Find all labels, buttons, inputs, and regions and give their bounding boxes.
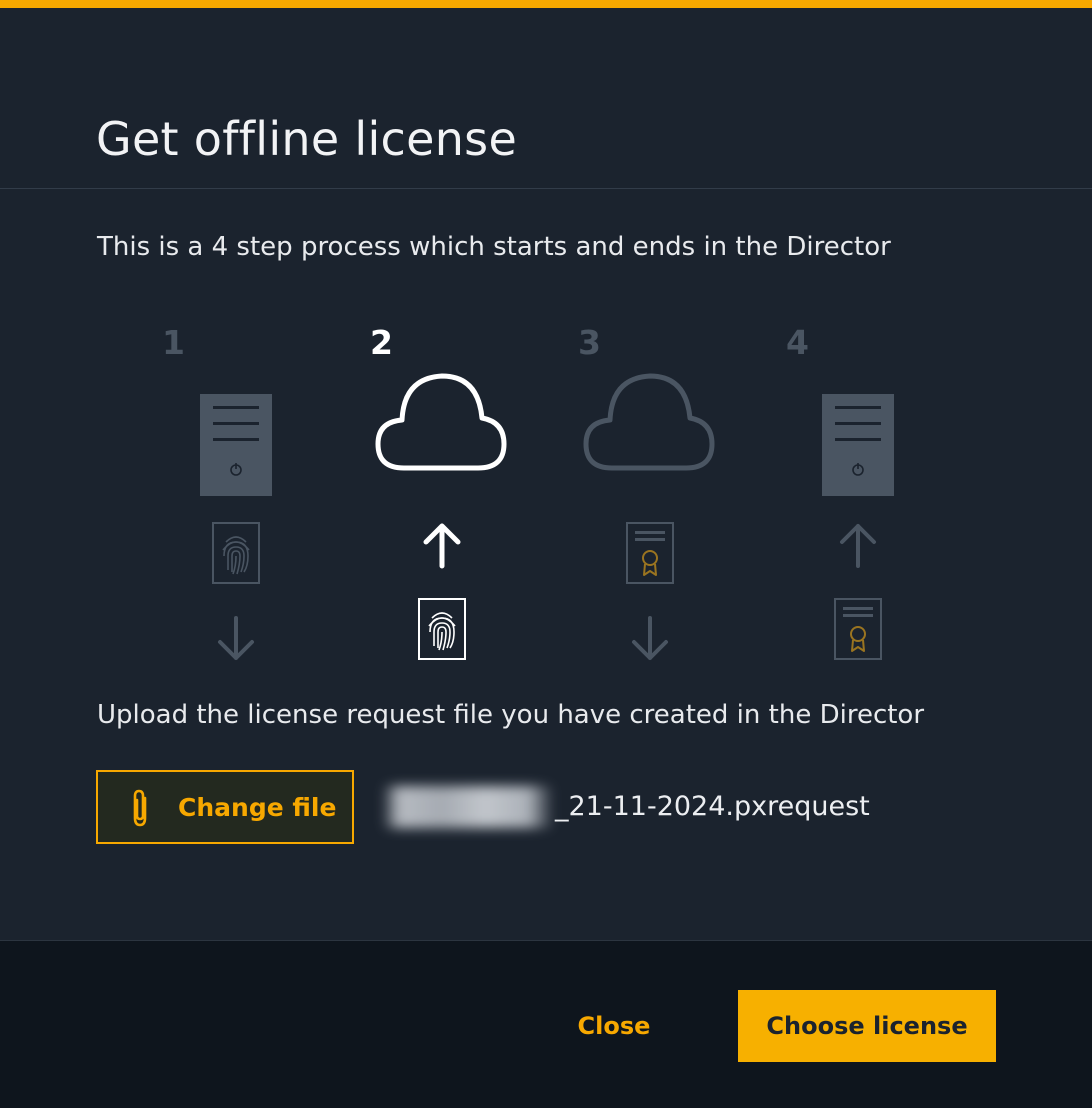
step-number: 2 <box>370 323 393 362</box>
redacted-file-prefix <box>382 786 554 828</box>
selected-file-name: _21-11-2024.pxrequest <box>555 791 870 822</box>
fingerprint-file-icon <box>212 522 260 584</box>
title-divider <box>0 188 1092 189</box>
cloud-icon <box>583 373 715 471</box>
process-description: This is a 4 step process which starts an… <box>97 232 891 262</box>
arrow-down-icon <box>632 616 668 660</box>
certificate-file-icon <box>626 522 674 584</box>
step-number: 3 <box>578 323 601 362</box>
offline-license-dialog: Get offline license This is a 4 step pro… <box>0 0 1092 1108</box>
step-number: 4 <box>786 323 809 362</box>
step-2: 2 <box>368 316 548 676</box>
fingerprint-file-icon <box>418 598 466 660</box>
accent-top-bar <box>0 0 1092 8</box>
change-file-button[interactable]: Change file <box>96 770 354 844</box>
server-icon <box>822 394 894 496</box>
arrow-up-icon <box>423 523 461 569</box>
certificate-file-icon <box>834 598 882 660</box>
step-1: 1 <box>160 316 340 676</box>
close-button[interactable]: Close <box>540 990 688 1062</box>
paperclip-icon <box>133 789 147 827</box>
cloud-icon <box>375 373 507 471</box>
arrow-down-icon <box>218 616 254 660</box>
dialog-title: Get offline license <box>96 112 518 166</box>
arrow-up-icon <box>840 524 876 568</box>
step-number: 1 <box>162 323 185 362</box>
step-4: 4 <box>784 316 964 676</box>
step-3: 3 <box>576 316 756 676</box>
change-file-label: Change file <box>178 793 337 822</box>
server-icon <box>200 394 272 496</box>
upload-instruction: Upload the license request file you have… <box>97 700 925 730</box>
choose-license-button[interactable]: Choose license <box>738 990 996 1062</box>
